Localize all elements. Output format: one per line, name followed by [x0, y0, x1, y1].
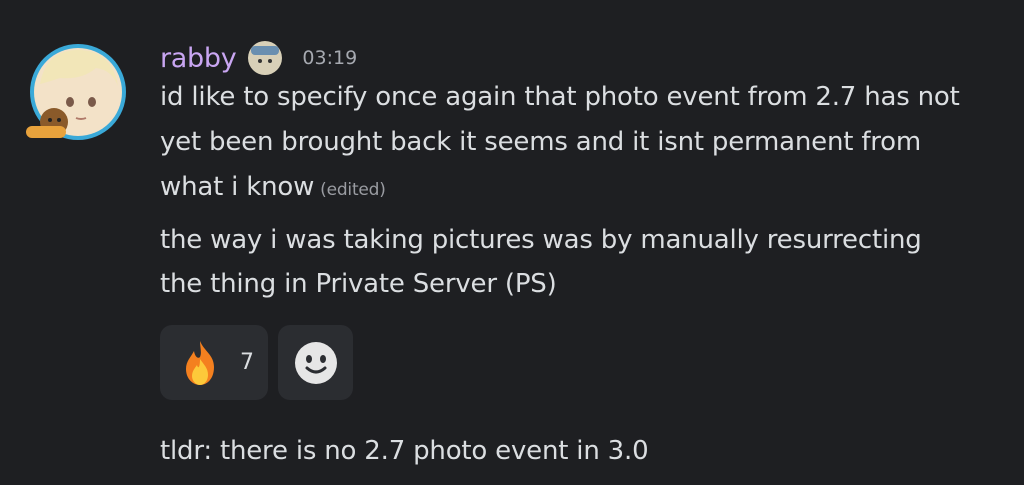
reactions-bar: 7	[160, 325, 353, 400]
username[interactable]: rabby	[160, 43, 237, 74]
second-message-line: the thing in Private Server (PS)	[160, 269, 557, 299]
message-text-line: id like to specify once again that photo…	[160, 82, 960, 112]
message-text: what i know	[160, 172, 315, 202]
user-avatar[interactable]	[26, 40, 130, 144]
edited-label: (edited)	[320, 180, 386, 200]
message-text-line: what i know (edited)	[160, 172, 386, 202]
add-reaction-button[interactable]	[278, 325, 353, 400]
message-header: rabby 03:19	[160, 36, 357, 80]
add-reaction-icon	[294, 341, 337, 384]
role-icon[interactable]	[246, 39, 284, 77]
message-text-line: yet been brought back it seems and it is…	[160, 127, 922, 157]
second-message-line: the way i was taking pictures was by man…	[160, 225, 922, 255]
reaction-count: 7	[240, 350, 254, 375]
fire-emoji-icon	[186, 340, 214, 385]
timestamp[interactable]: 03:19	[302, 47, 357, 69]
fire-reaction[interactable]: 7	[160, 325, 268, 400]
third-message-line: tldr: there is no 2.7 photo event in 3.0	[160, 436, 649, 466]
